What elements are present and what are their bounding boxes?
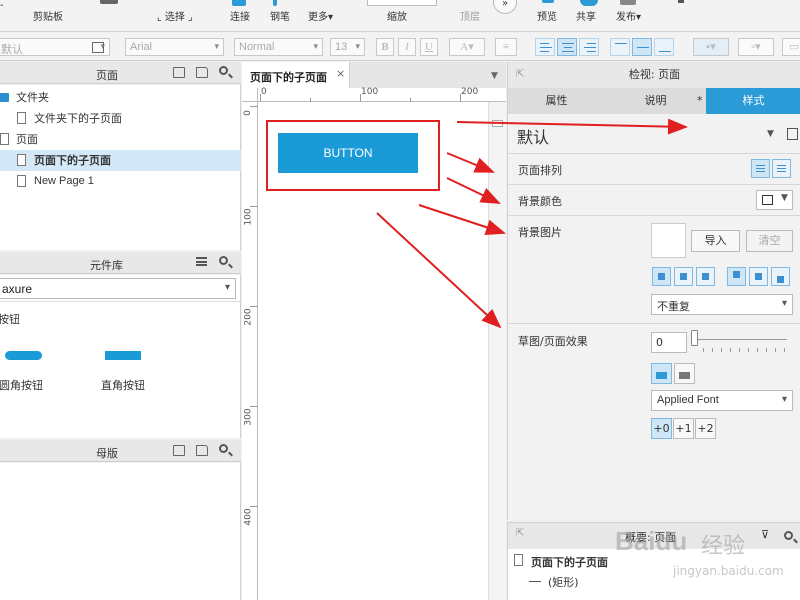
annotation-arrow: [446, 152, 495, 173]
annotation-arrow: [456, 118, 688, 135]
annotation-arrows: [376, 118, 688, 329]
annotation-arrow: [376, 212, 502, 329]
annotation-arrow: [418, 204, 506, 235]
annotation-arrow: [446, 177, 501, 204]
